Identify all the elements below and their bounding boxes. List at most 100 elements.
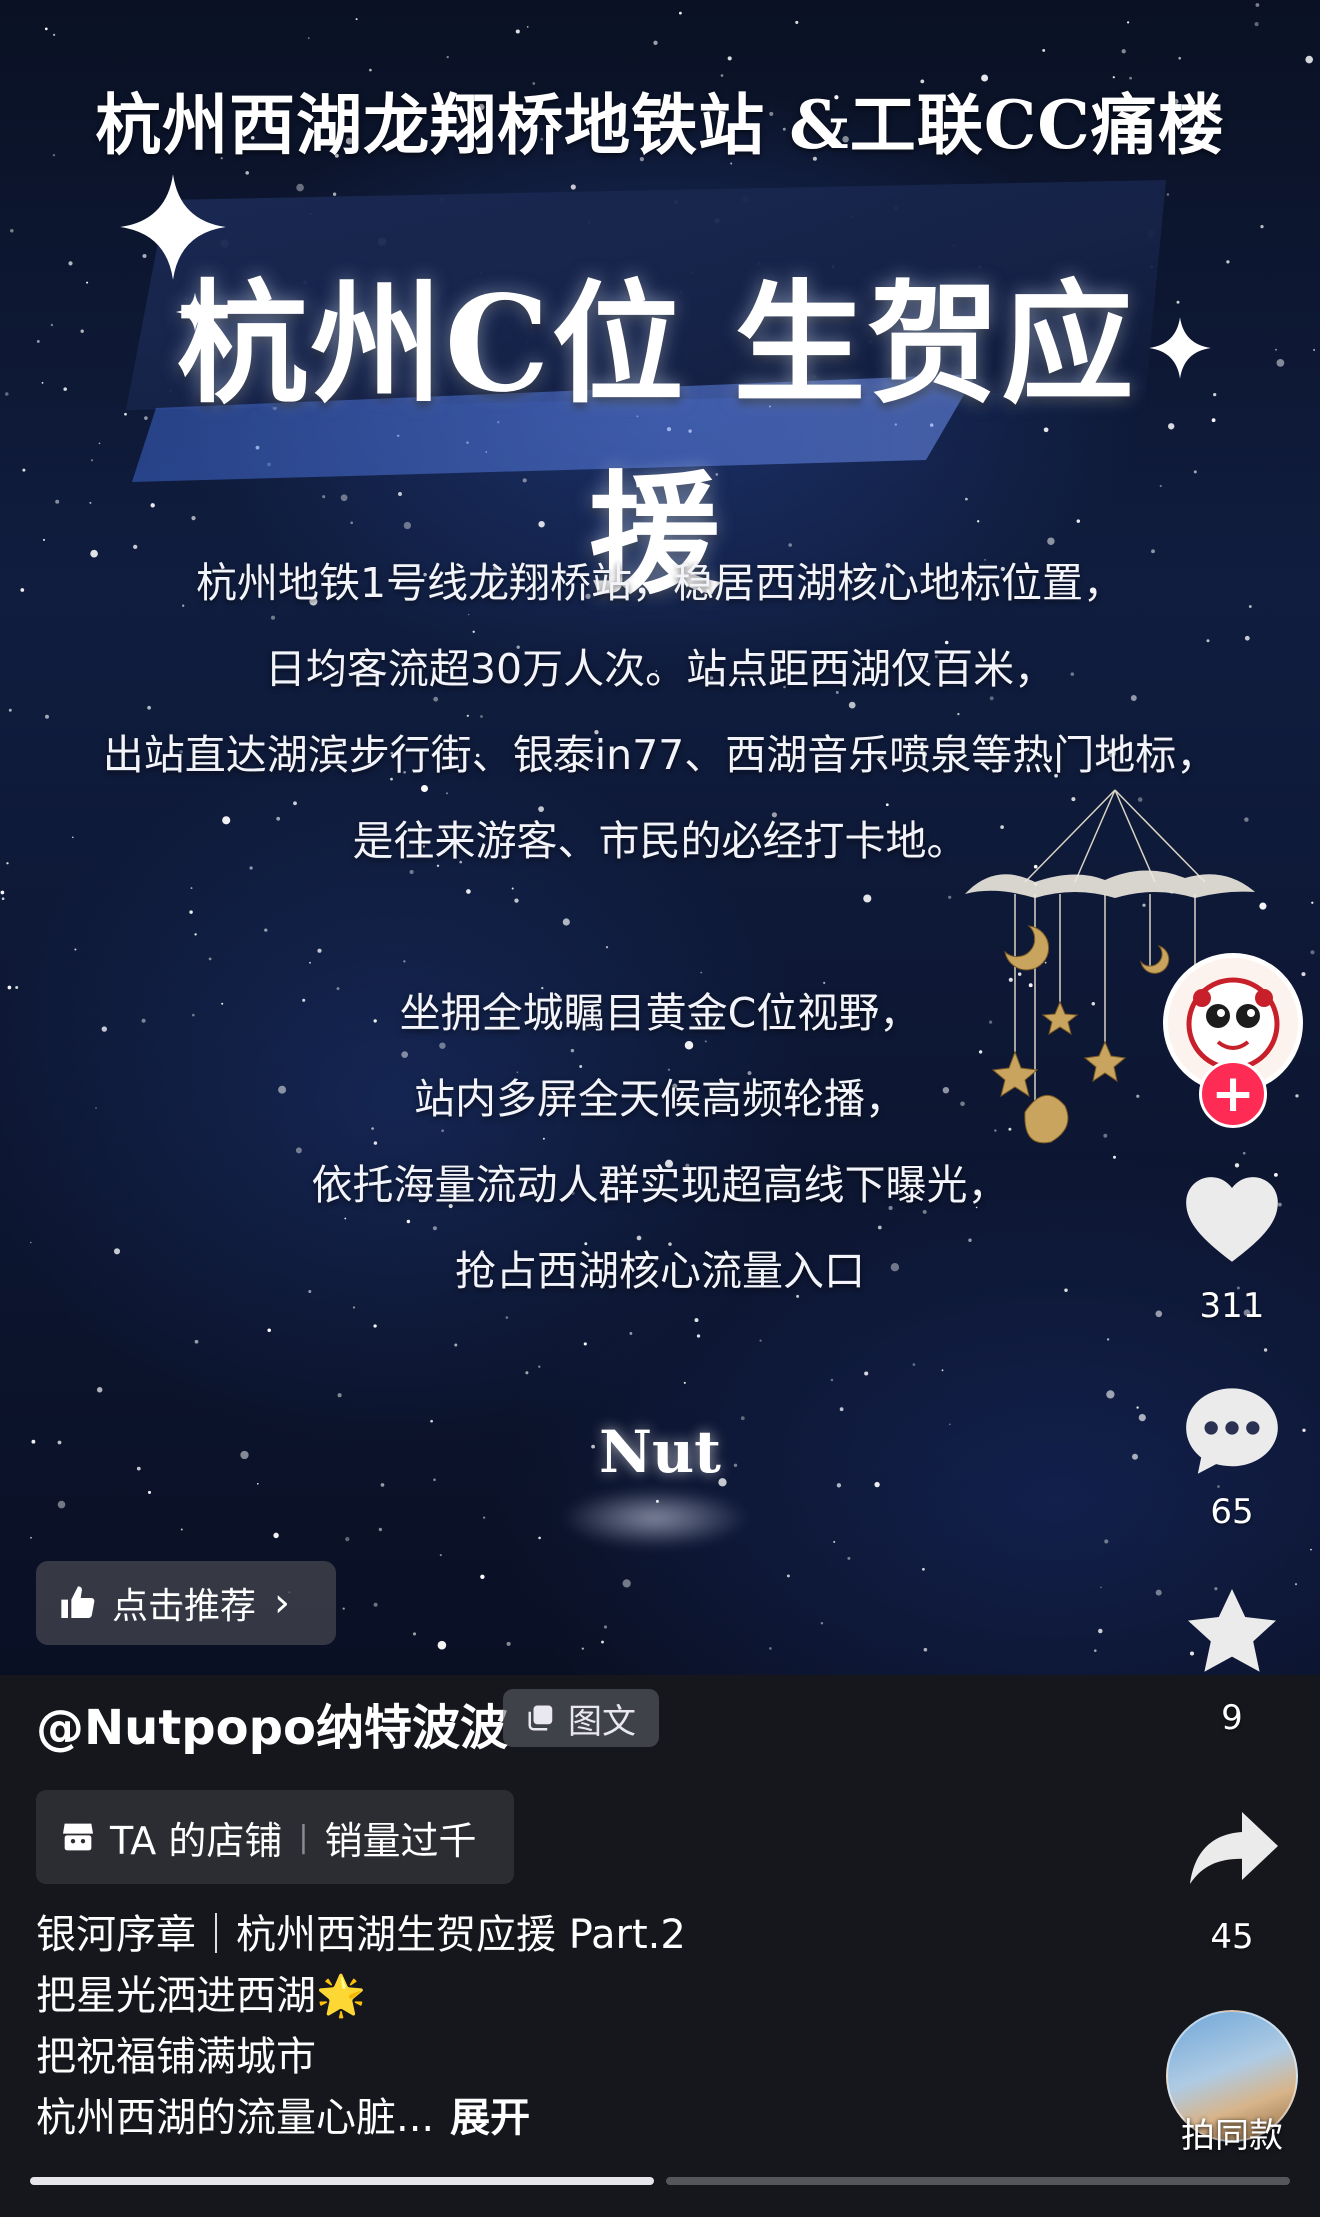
shop-entry-button[interactable]: TA 的店铺 | 销量过千 bbox=[36, 1790, 514, 1884]
star bbox=[874, 1481, 880, 1488]
star bbox=[57, 1440, 62, 1445]
sparkle-icon bbox=[120, 174, 226, 280]
star bbox=[786, 1574, 790, 1578]
star bbox=[1106, 1390, 1115, 1399]
star bbox=[55, 499, 60, 504]
star bbox=[44, 27, 48, 31]
star bbox=[538, 1536, 541, 1540]
thumbs-up-icon bbox=[61, 1586, 95, 1618]
star bbox=[769, 1647, 772, 1650]
star bbox=[446, 55, 449, 59]
star bbox=[1276, 359, 1285, 367]
star bbox=[912, 1363, 916, 1366]
star bbox=[948, 895, 952, 899]
star bbox=[68, 261, 73, 266]
star bbox=[194, 1339, 199, 1344]
star bbox=[696, 1334, 701, 1338]
follow-plus-button[interactable]: + bbox=[1199, 1060, 1267, 1128]
star bbox=[727, 56, 732, 61]
star bbox=[1254, 22, 1259, 27]
star-favorite-icon[interactable] bbox=[1184, 1585, 1280, 1677]
post-description[interactable]: 银河序章｜杭州西湖生贺应援 Part.2 把星光洒进西湖🌟 把祝福铺满城市 杭州… bbox=[36, 1905, 686, 2149]
star bbox=[1263, 1348, 1268, 1352]
share-arrow-icon[interactable] bbox=[1186, 1808, 1282, 1888]
star bbox=[342, 1607, 345, 1610]
star bbox=[52, 33, 56, 37]
star bbox=[1302, 1428, 1306, 1433]
post-image[interactable]: 杭州西湖龙翔桥地铁站 &工联CC痛楼 杭州C位 生贺应援 杭州地铁1号线龙翔桥站… bbox=[0, 0, 1320, 1675]
star bbox=[180, 1528, 183, 1531]
star bbox=[678, 11, 682, 15]
author-name[interactable]: @Nutpopo纳特波波 bbox=[36, 1688, 508, 1758]
star bbox=[506, 1641, 511, 1646]
star bbox=[514, 898, 519, 903]
shop-label: TA 的店铺 bbox=[110, 1818, 283, 1863]
star bbox=[1, 897, 5, 901]
star bbox=[86, 281, 89, 284]
star bbox=[603, 1625, 608, 1629]
post-type-label: 图文 bbox=[568, 1701, 636, 1742]
comment-icon[interactable] bbox=[1182, 1382, 1282, 1478]
expand-button[interactable]: 展开 bbox=[450, 2095, 530, 2141]
star bbox=[525, 1371, 529, 1375]
description-line: 把星光洒进西湖🌟 bbox=[36, 1973, 366, 2019]
star bbox=[864, 1371, 869, 1376]
shop-icon bbox=[63, 1823, 93, 1851]
star bbox=[136, 1466, 141, 1471]
star bbox=[240, 1450, 249, 1460]
star bbox=[208, 957, 212, 961]
star bbox=[380, 1483, 385, 1487]
star bbox=[256, 1482, 259, 1485]
star bbox=[273, 1532, 279, 1539]
star bbox=[412, 1632, 417, 1636]
star bbox=[1193, 470, 1197, 474]
star bbox=[30, 1536, 32, 1539]
star bbox=[922, 1567, 925, 1571]
star bbox=[1217, 1485, 1220, 1488]
star bbox=[309, 961, 311, 964]
description-line-last: 杭州西湖的流量心脏... 展开 bbox=[36, 2088, 686, 2149]
star bbox=[795, 20, 799, 24]
star bbox=[1093, 1649, 1097, 1653]
star bbox=[759, 1339, 762, 1342]
star bbox=[190, 887, 193, 890]
star bbox=[694, 1318, 699, 1323]
star bbox=[22, 468, 26, 472]
description-line: 银河序章｜杭州西湖生贺应援 Part.2 bbox=[36, 1912, 686, 1958]
star bbox=[147, 1490, 152, 1494]
star bbox=[622, 1579, 631, 1588]
star bbox=[373, 1602, 378, 1607]
star bbox=[433, 1478, 436, 1482]
star bbox=[98, 442, 101, 445]
star bbox=[923, 1647, 928, 1652]
star bbox=[89, 501, 92, 504]
star bbox=[830, 1378, 834, 1382]
star bbox=[581, 1647, 584, 1650]
star bbox=[1100, 1586, 1102, 1589]
remix-label: 拍同款 bbox=[1181, 2116, 1283, 2156]
star bbox=[480, 1574, 485, 1579]
remix-button[interactable]: 拍同款 bbox=[1166, 2010, 1298, 2156]
poster-banner: 杭州C位 生贺应援 bbox=[126, 178, 1186, 613]
star bbox=[1213, 392, 1217, 397]
recommend-label: 点击推荐 bbox=[112, 1586, 257, 1627]
star bbox=[1211, 418, 1216, 423]
poster-headline: 杭州西湖龙翔桥地铁站 &工联CC痛楼 bbox=[95, 86, 1225, 164]
star bbox=[466, 889, 471, 894]
star bbox=[378, 1527, 383, 1532]
star bbox=[1132, 1453, 1138, 1460]
recommend-button[interactable]: 点击推荐 › bbox=[36, 1561, 336, 1645]
star bbox=[63, 387, 67, 391]
comment-count: 65 bbox=[1210, 1492, 1254, 1532]
star bbox=[194, 933, 197, 936]
divider: | bbox=[298, 1819, 309, 1855]
description-line: 把祝福铺满城市 bbox=[36, 2034, 316, 2080]
star bbox=[337, 1393, 342, 1398]
star bbox=[1136, 1406, 1139, 1409]
star bbox=[839, 1407, 844, 1412]
star bbox=[454, 1343, 458, 1347]
star bbox=[483, 1516, 486, 1519]
sparkle-icon bbox=[1149, 317, 1211, 379]
star bbox=[439, 1554, 442, 1557]
heart-icon[interactable] bbox=[1182, 1172, 1282, 1264]
